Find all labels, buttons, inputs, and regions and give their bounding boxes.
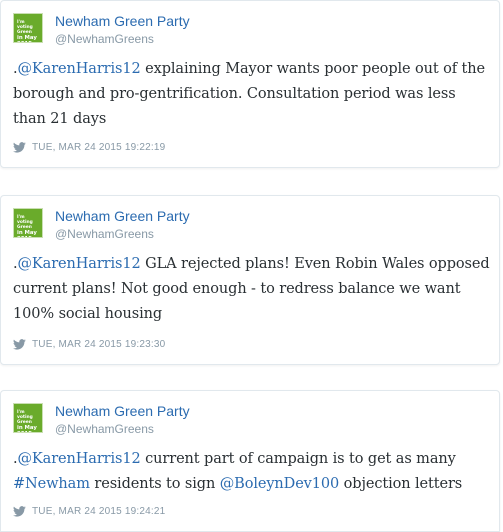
avatar-line-1: I'm voting Green [17, 215, 33, 230]
text-body: residents to sign [89, 476, 220, 492]
timestamp-link[interactable]: TUE, MAR 24 2015 19:23:30 [32, 339, 165, 350]
avatar-line-1: I'm voting Green [17, 20, 33, 35]
twitter-bird-icon [13, 339, 26, 350]
tweet-text: .@KarenHarris12 GLA rejected plans! Even… [13, 252, 491, 327]
avatar-line-2: in May 2015 [17, 425, 37, 432]
author-name[interactable]: Newham Green Party [55, 403, 190, 419]
author-handle[interactable]: @NewhamGreens [55, 422, 154, 436]
mention-link[interactable]: @KarenHarris12 [18, 61, 141, 77]
avatar-line-2: in May 2015 [17, 230, 37, 237]
author-handle[interactable]: @NewhamGreens [55, 227, 154, 241]
mention-link[interactable]: @KarenHarris12 [18, 451, 141, 467]
tweet-text: .@KarenHarris12 explaining Mayor wants p… [13, 57, 491, 132]
timestamp-link[interactable]: TUE, MAR 24 2015 19:22:19 [32, 142, 165, 153]
tweet-meta: TUE, MAR 24 2015 19:23:30 [13, 339, 165, 350]
avatar[interactable]: I'm voting Green in May 2015 [13, 13, 43, 43]
author-name[interactable]: Newham Green Party [55, 13, 190, 29]
avatar-line-2: in May 2015 [17, 35, 37, 42]
mention-link[interactable]: @KarenHarris12 [18, 256, 141, 272]
tweet-card[interactable]: I'm voting Green in May 2015 Newham Gree… [0, 195, 500, 365]
tweet-card[interactable]: I'm voting Green in May 2015 Newham Gree… [0, 0, 500, 168]
twitter-bird-icon [13, 506, 26, 517]
text-body: objection letters [339, 476, 463, 492]
avatar[interactable]: I'm voting Green in May 2015 [13, 403, 43, 433]
tweet-meta: TUE, MAR 24 2015 19:22:19 [13, 142, 165, 153]
tweet-feed: I'm voting Green in May 2015 Newham Gree… [0, 0, 503, 532]
author-name[interactable]: Newham Green Party [55, 208, 190, 224]
mention-link[interactable]: @BoleynDev100 [220, 476, 340, 492]
twitter-bird-icon [13, 142, 26, 153]
hashtag-link[interactable]: #Newham [13, 476, 90, 492]
text-body: current part of campaign is to get as ma… [140, 451, 456, 467]
tweet-card[interactable]: I'm voting Green in May 2015 Newham Gree… [0, 390, 500, 532]
avatar-line-1: I'm voting Green [17, 410, 33, 425]
author-handle[interactable]: @NewhamGreens [55, 32, 154, 46]
timestamp-link[interactable]: TUE, MAR 24 2015 19:24:21 [32, 506, 165, 517]
avatar[interactable]: I'm voting Green in May 2015 [13, 208, 43, 238]
tweet-meta: TUE, MAR 24 2015 19:24:21 [13, 506, 165, 517]
tweet-text: .@KarenHarris12 current part of campaign… [13, 447, 491, 497]
